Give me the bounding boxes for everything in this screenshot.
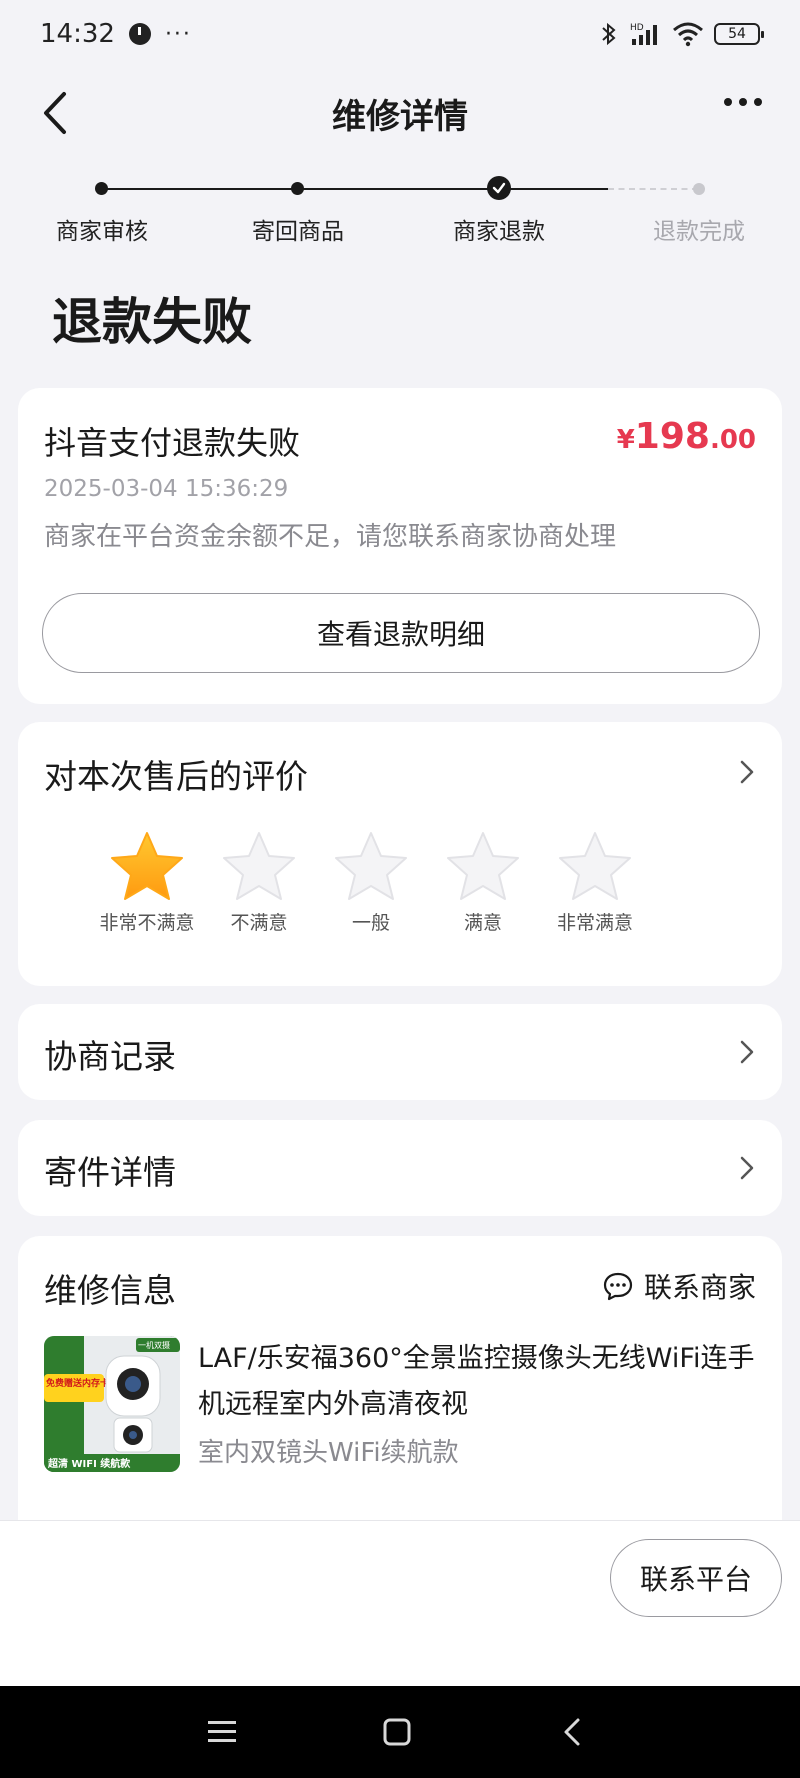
signal-icon: HD — [630, 23, 657, 45]
status-time: 14:32 — [40, 19, 115, 49]
rating-title: 对本次售后的评价 — [44, 757, 308, 796]
star-rating-3[interactable]: 一般 — [311, 830, 431, 935]
refund-card: 抖音支付退款失败 ¥ 198 .00 2025-03-04 15:36:29 商… — [18, 388, 782, 704]
currency-symbol: ¥ — [616, 425, 635, 455]
star-rating-5[interactable]: 非常满意 — [535, 830, 655, 935]
star-label: 非常满意 — [556, 912, 633, 934]
negotiation-record-title: 协商记录 — [44, 1037, 176, 1076]
repair-info-title: 维修信息 — [44, 1271, 176, 1310]
refund-description: 商家在平台资金余额不足，请您联系商家协商处理 — [44, 522, 617, 552]
star-outline-icon — [559, 832, 631, 900]
shipping-detail-row[interactable]: 寄件详情 — [18, 1120, 782, 1216]
progress-node-step2 — [291, 182, 304, 195]
status-title: 退款失败 — [52, 293, 252, 351]
star-label: 非常不满意 — [99, 912, 195, 934]
page-title: 维修详情 — [332, 96, 468, 137]
amount-decimal: .00 — [709, 425, 756, 455]
progress-label-step1: 商家审核 — [56, 219, 148, 245]
star-rating-2[interactable]: 不满意 — [199, 830, 319, 935]
chevron-right-icon — [740, 1040, 754, 1064]
chevron-right-icon — [740, 1156, 754, 1180]
progress-label-step2: 寄回商品 — [252, 219, 344, 245]
star-label: 不满意 — [230, 912, 288, 934]
negotiation-record-row[interactable]: 协商记录 — [18, 1004, 782, 1100]
svg-text:HD: HD — [630, 23, 644, 33]
system-nav-bar — [0, 1686, 800, 1778]
battery-level: 54 — [728, 26, 746, 42]
star-outline-icon — [335, 832, 407, 900]
progress-node-step1 — [95, 182, 108, 195]
thumb-promo-text: 免费赠送内存卡 — [46, 1377, 109, 1389]
chevron-right-icon[interactable] — [738, 758, 756, 786]
progress-line — [498, 188, 608, 190]
product-name[interactable]: LAF/乐安福360°全景监控摄像头无线WiFi连手机远程室内外高清夜视 — [198, 1336, 758, 1428]
product-thumbnail[interactable]: 一机双摄 免费赠送内存卡 超清 WIFI 续航款 — [44, 1336, 180, 1472]
thumb-badge-text: 一机双摄 — [138, 1340, 170, 1350]
refund-timestamp: 2025-03-04 15:36:29 — [44, 476, 289, 502]
progress-tracker: 商家审核 寄回商品 商家退款 退款完成 — [0, 176, 800, 246]
status-bar: 14:32 ··· HD 54 — [0, 0, 800, 68]
refund-amount: ¥ 198 .00 — [617, 416, 756, 457]
contact-merchant-button[interactable]: 联系商家 — [602, 1266, 756, 1306]
amount-integer: 198 — [634, 416, 710, 457]
back-arrow-icon[interactable] — [36, 90, 76, 136]
bottom-action-bar: 联系平台 — [0, 1520, 800, 1686]
status-more: ··· — [164, 21, 192, 47]
shipping-detail-title: 寄件详情 — [44, 1153, 176, 1192]
progress-line-pending — [608, 188, 698, 190]
star-outline-icon — [223, 832, 295, 900]
progress-line — [298, 188, 498, 190]
refund-title: 抖音支付退款失败 — [44, 424, 301, 462]
progress-line — [102, 188, 298, 190]
notification-icon — [128, 23, 151, 45]
chat-bubble-icon — [603, 1272, 633, 1301]
progress-label-step3: 商家退款 — [453, 219, 545, 245]
contact-merchant-label: 联系商家 — [643, 1271, 756, 1304]
progress-node-step4 — [693, 183, 705, 195]
wifi-icon — [673, 22, 703, 47]
battery-icon: 54 — [714, 23, 764, 45]
star-label: 满意 — [463, 912, 502, 934]
rating-card: 对本次售后的评价 非常不满意 不满意 一般 满意 非常满意 — [18, 722, 782, 986]
menu-icon[interactable] — [198, 1708, 246, 1756]
progress-label-step4: 退款完成 — [653, 219, 745, 245]
thumb-footer-text: 超清 WIFI 续航款 — [47, 1457, 131, 1470]
home-icon[interactable] — [373, 1708, 421, 1756]
check-icon — [487, 176, 511, 200]
view-refund-detail-button[interactable]: 查看退款明细 — [42, 593, 760, 673]
star-rating-4[interactable]: 满意 — [423, 830, 543, 935]
page-header: 维修详情 — [0, 68, 800, 158]
bluetooth-icon — [602, 22, 616, 46]
back-icon[interactable] — [548, 1708, 596, 1756]
product-spec: 室内双镜头WiFi续航款 — [198, 1438, 459, 1468]
rating-stars: 非常不满意 不满意 一般 满意 非常满意 — [18, 830, 782, 940]
star-filled-icon — [111, 832, 183, 900]
star-outline-icon — [447, 832, 519, 900]
star-rating-1[interactable]: 非常不满意 — [87, 830, 207, 935]
contact-platform-button[interactable]: 联系平台 — [610, 1539, 782, 1617]
more-options-icon[interactable] — [724, 98, 762, 106]
star-label: 一般 — [351, 912, 390, 934]
